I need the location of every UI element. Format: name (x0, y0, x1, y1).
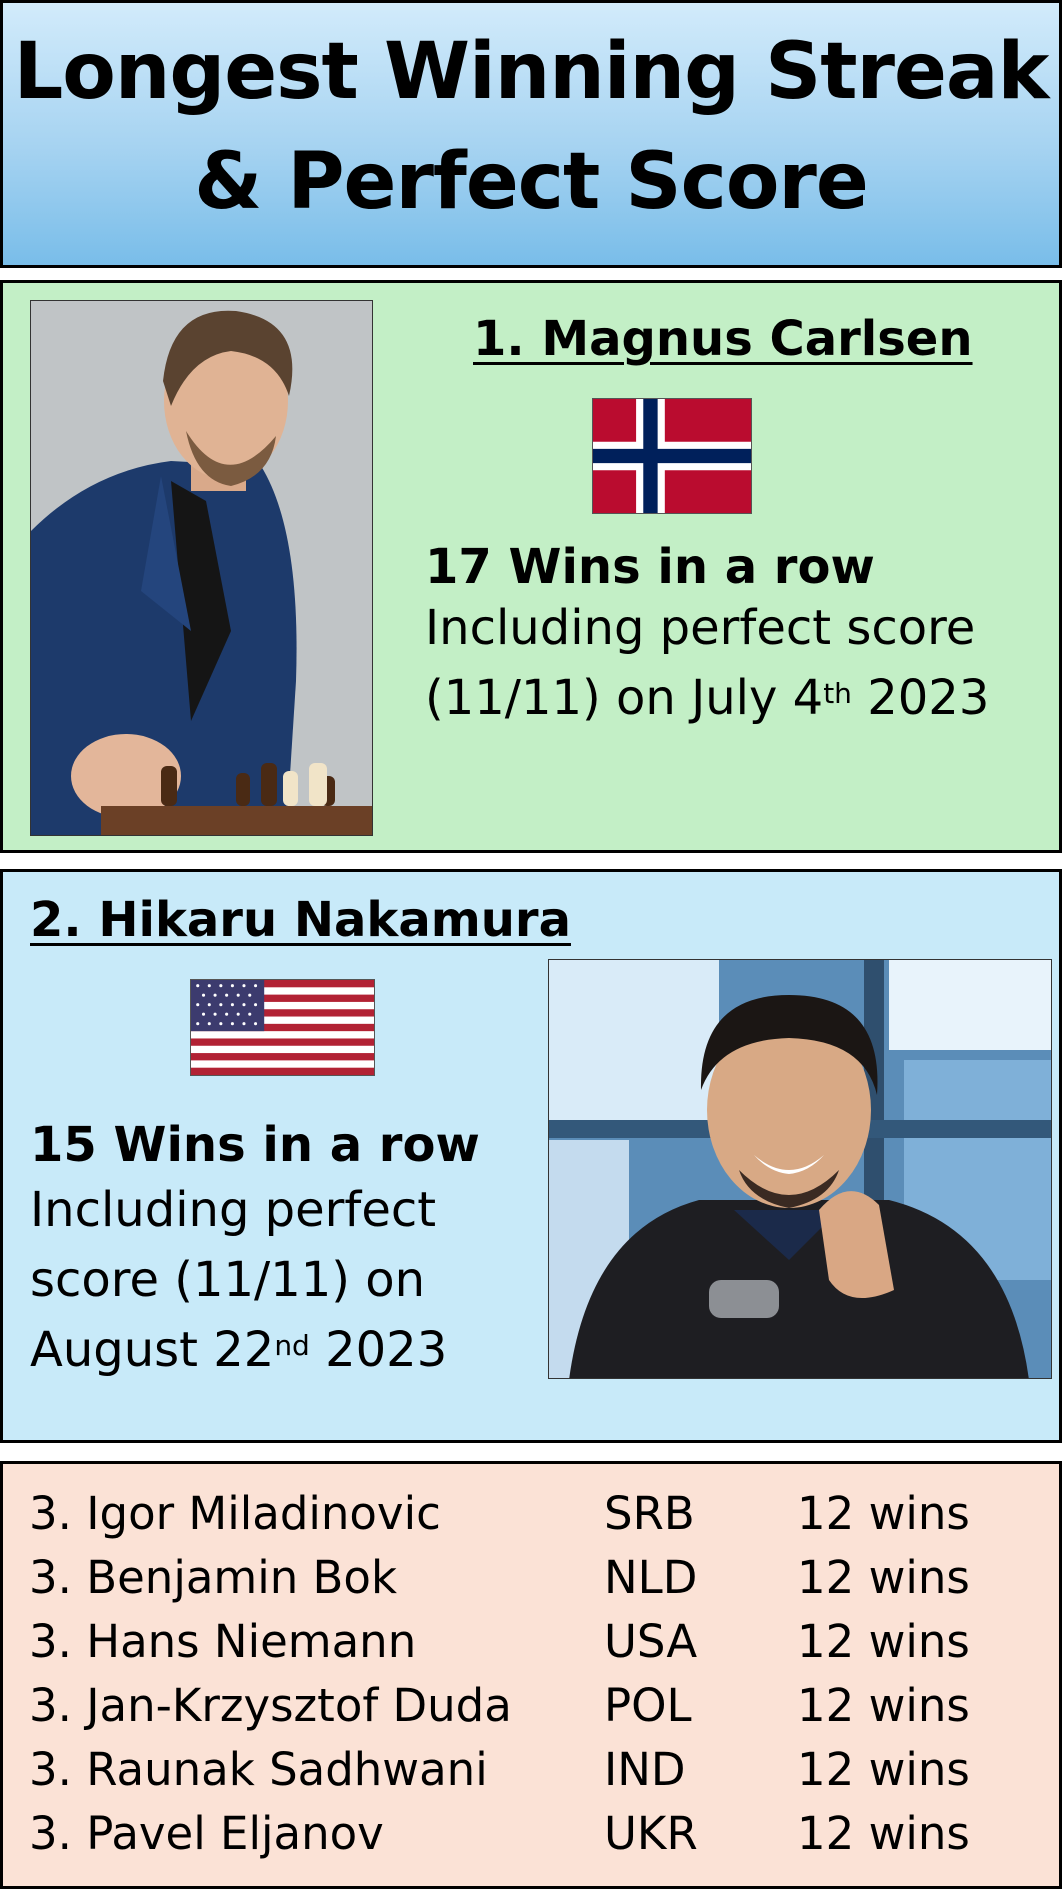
nakamura-photo (548, 959, 1052, 1379)
player-name: 3. Raunak Sadhwani (29, 1743, 488, 1796)
second-detail-line-1: Including perfect (30, 1182, 437, 1238)
win-count: 12 wins (797, 1615, 970, 1668)
first-detail-line-2: (11/11) on July 4th 2023 (425, 670, 990, 726)
second-detail-line-2: score (11/11) on (30, 1252, 426, 1308)
list-item: 3. Raunak Sadhwani IND 12 wins (29, 1738, 1039, 1802)
third-place-list: 3. Igor Miladinovic SRB 12 wins 3. Benjamin… (0, 1461, 1062, 1889)
usa-flag-icon (190, 979, 375, 1076)
player-name: 3. Jan-Krzysztof Duda (29, 1679, 512, 1732)
first-detail-line-1: Including perfect score (425, 600, 976, 656)
norway-flag-icon (592, 398, 752, 514)
win-count: 12 wins (797, 1551, 970, 1604)
page-title: Longest Winning Streak & Perfect Score (3, 3, 1059, 237)
player-name: 3. Hans Niemann (29, 1615, 417, 1668)
second-place-panel: 2. Hikaru Nakamura 15 Wins in a row Incl… (0, 869, 1062, 1443)
list-item: 3. Hans Niemann USA 12 wins (29, 1610, 1039, 1674)
second-place-name: 2. Hikaru Nakamura (30, 892, 571, 948)
player-name: 3. Pavel Eljanov (29, 1807, 384, 1860)
list-item: 3. Igor Miladinovic SRB 12 wins (29, 1482, 1039, 1546)
list-item: 3. Jan-Krzysztof Duda POL 12 wins (29, 1674, 1039, 1738)
country-code: USA (604, 1615, 698, 1668)
country-code: NLD (604, 1551, 698, 1604)
first-place-name: 1. Magnus Carlsen (473, 311, 973, 367)
title-line-1: Longest Winning Streak (13, 27, 1050, 117)
list-item: 3. Benjamin Bok NLD 12 wins (29, 1546, 1039, 1610)
first-place-detail: Including perfect score (11/11) on July … (425, 593, 989, 733)
country-code: UKR (604, 1807, 698, 1860)
second-detail-line-3: August 22nd 2023 (30, 1322, 448, 1378)
country-code: IND (604, 1743, 686, 1796)
win-count: 12 wins (797, 1487, 970, 1540)
win-count: 12 wins (797, 1807, 970, 1860)
second-place-detail: Including perfect score (11/11) on Augus… (30, 1175, 447, 1385)
player-name: 3. Benjamin Bok (29, 1551, 398, 1604)
title-line-2: & Perfect Score (194, 137, 869, 227)
carlsen-photo (30, 300, 373, 836)
win-count: 12 wins (797, 1679, 970, 1732)
country-code: SRB (604, 1487, 695, 1540)
win-count: 12 wins (797, 1743, 970, 1796)
first-place-streak: 17 Wins in a row (425, 539, 875, 595)
second-place-streak: 15 Wins in a row (30, 1117, 480, 1173)
list-item: 3. Pavel Eljanov UKR 12 wins (29, 1802, 1039, 1866)
player-name: 3. Igor Miladinovic (29, 1487, 441, 1540)
country-code: POL (604, 1679, 692, 1732)
title-banner: Longest Winning Streak & Perfect Score (0, 0, 1062, 268)
first-place-panel: 1. Magnus Carlsen 17 Wins in a row Inclu… (0, 280, 1062, 853)
